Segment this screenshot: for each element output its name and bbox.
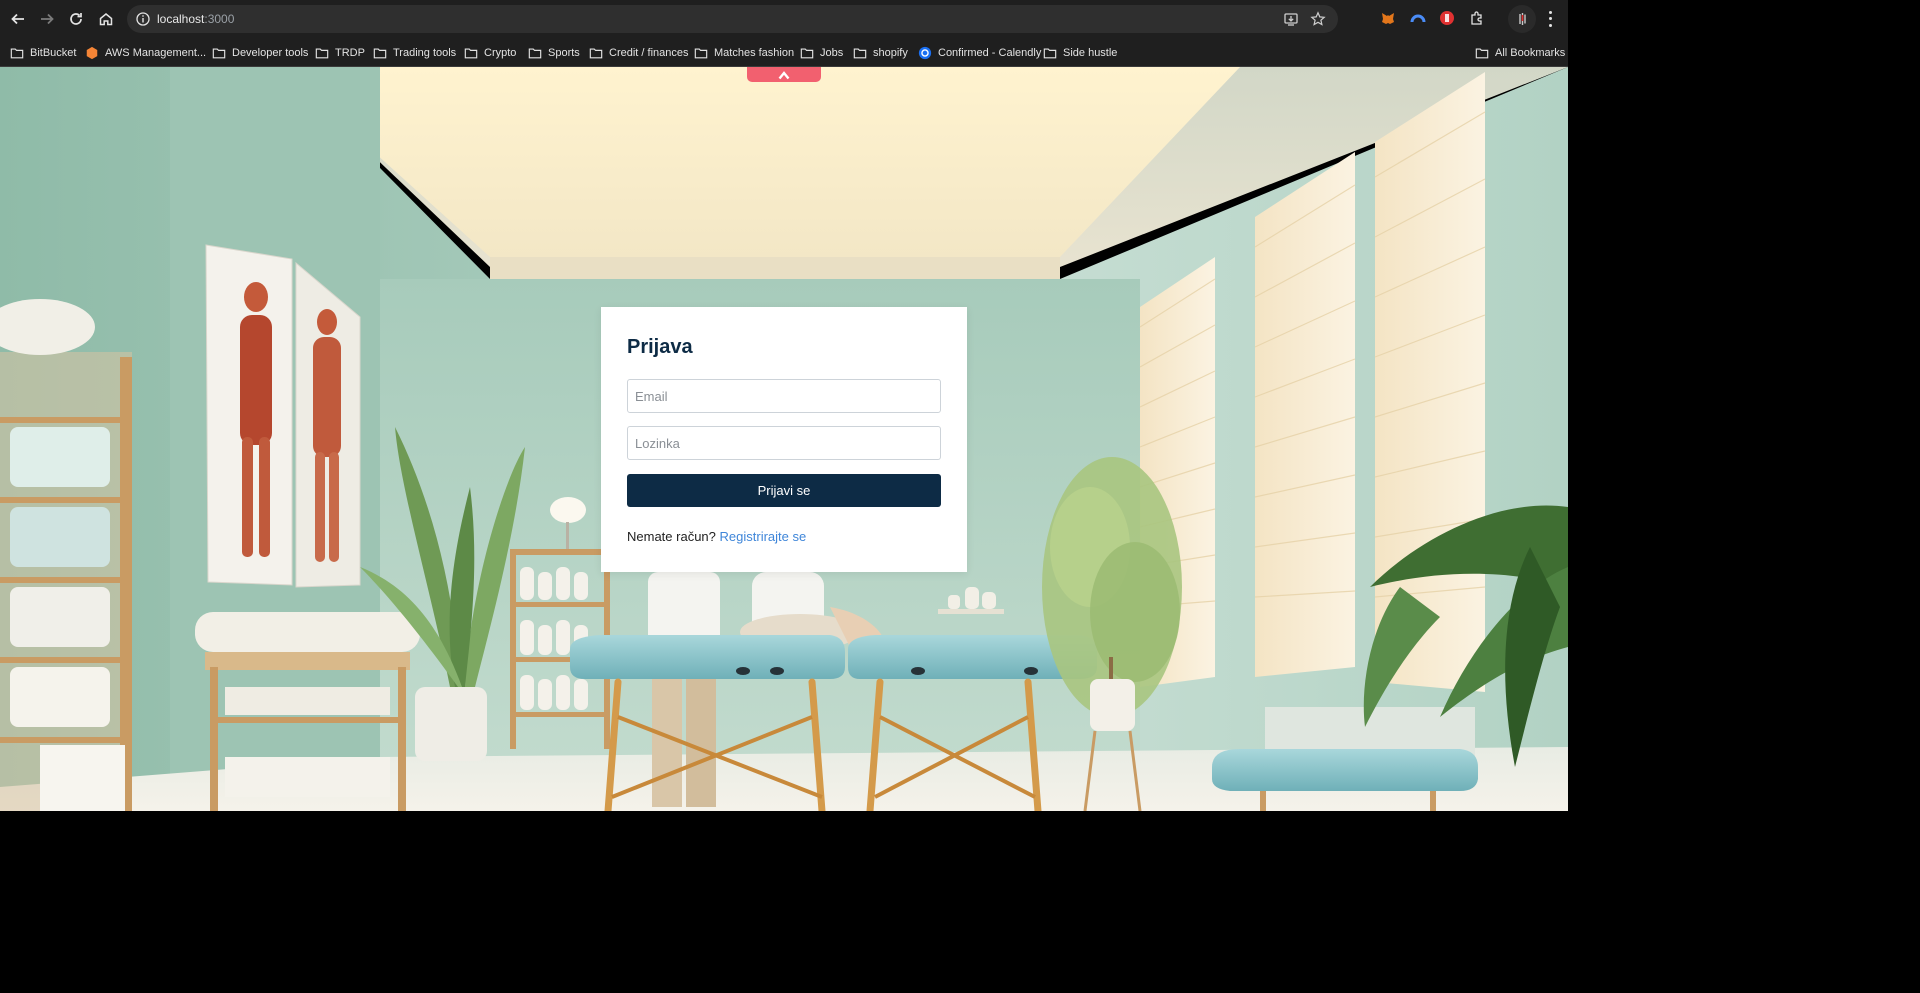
address-bar[interactable]: localhost:3000 <box>127 5 1338 33</box>
install-app-icon[interactable] <box>1283 11 1299 27</box>
folder-icon <box>464 48 478 59</box>
arrow-right-icon <box>41 13 54 25</box>
forward-button[interactable] <box>35 7 59 31</box>
email-field[interactable] <box>627 379 941 413</box>
bookmark-sports[interactable]: Sports <box>528 43 580 63</box>
login-card: Prijava Prijavi se Nemate račun? Registr… <box>601 307 967 572</box>
chevron-up-icon <box>778 70 790 79</box>
folder-icon <box>528 48 542 59</box>
bookmark-label: Crypto <box>484 47 517 59</box>
bookmark-star-icon[interactable] <box>1310 11 1326 27</box>
folder-icon <box>800 48 814 59</box>
browser-toolbar: localhost:3000 <box>0 0 1568 38</box>
bookmarks-bar: BitBucket AWS Management... Developer to… <box>0 38 1568 67</box>
back-button[interactable] <box>6 7 30 31</box>
no-account-text: Nemate račun? <box>627 529 716 544</box>
folder-icon <box>694 48 708 59</box>
folder-icon <box>212 48 226 59</box>
login-title: Prijava <box>627 336 693 358</box>
all-bookmarks-button[interactable]: All Bookmarks <box>1475 43 1565 63</box>
red-extension-icon[interactable] <box>1439 10 1455 26</box>
bookmark-label: shopify <box>873 47 908 59</box>
folder-icon <box>10 48 24 59</box>
url-host: localhost <box>157 12 205 26</box>
folder-icon <box>1475 48 1489 59</box>
url-text: localhost:3000 <box>157 12 234 26</box>
bookmark-label: TRDP <box>335 47 365 59</box>
bookmark-label: BitBucket <box>30 47 77 59</box>
folder-icon <box>1043 48 1057 59</box>
page-viewport: Prijava Prijavi se Nemate račun? Registr… <box>0 67 1568 811</box>
reload-icon <box>70 13 82 25</box>
bookmark-label: Matches fashion <box>714 47 795 59</box>
browser-menu-button[interactable] <box>1541 9 1559 29</box>
bookmark-jobs[interactable]: Jobs <box>800 43 843 63</box>
arc-extension-icon[interactable] <box>1410 10 1426 26</box>
url-port: :3000 <box>204 12 235 26</box>
bookmark-label: Credit / finances <box>609 47 689 59</box>
site-info-icon[interactable] <box>135 11 151 27</box>
bookmark-crypto[interactable]: Crypto <box>464 43 516 63</box>
login-submit-button[interactable]: Prijavi se <box>627 474 941 507</box>
bookmark-bitbucket[interactable]: BitBucket <box>10 43 76 63</box>
bookmark-trading-tools[interactable]: Trading tools <box>373 43 456 63</box>
bookmark-label: AWS Management... <box>105 47 207 59</box>
calendly-icon <box>918 46 932 60</box>
arrow-left-icon <box>11 13 24 25</box>
profile-icon <box>1519 13 1526 25</box>
bookmark-aws[interactable]: AWS Management... <box>85 43 206 63</box>
bookmark-trdp[interactable]: TRDP <box>315 43 365 63</box>
bookmark-developer-tools[interactable]: Developer tools <box>212 43 308 63</box>
register-link[interactable]: Registrirajte se <box>720 529 807 544</box>
home-button[interactable] <box>94 7 118 31</box>
bookmark-label: Jobs <box>820 47 844 59</box>
bookmark-label: Sports <box>548 47 580 59</box>
aws-icon <box>86 46 98 60</box>
bookmark-matches-fashion[interactable]: Matches fashion <box>694 43 794 63</box>
password-field[interactable] <box>627 426 941 460</box>
bookmark-label: Confirmed - Calendly <box>938 47 1042 59</box>
folder-icon <box>589 48 603 59</box>
folder-icon <box>853 48 867 59</box>
all-bookmarks-label: All Bookmarks <box>1495 47 1566 59</box>
folder-icon <box>315 48 329 59</box>
bookmark-shopify[interactable]: shopify <box>853 43 908 63</box>
bookmark-label: Side hustle <box>1063 47 1118 59</box>
bookmark-credit-finances[interactable]: Credit / finances <box>589 43 688 63</box>
collapse-tab-button[interactable] <box>747 67 821 82</box>
bookmark-side-hustle[interactable]: Side hustle <box>1043 43 1117 63</box>
puzzle-icon[interactable] <box>1469 10 1485 26</box>
signup-prompt: Nemate račun? Registrirajte se <box>627 529 806 544</box>
bookmark-label: Trading tools <box>393 47 457 59</box>
metamask-extension-icon[interactable] <box>1380 10 1396 26</box>
reload-button[interactable] <box>64 7 88 31</box>
home-icon <box>99 13 113 26</box>
bookmark-label: Developer tools <box>232 47 309 59</box>
folder-icon <box>373 48 387 59</box>
profile-avatar[interactable] <box>1508 5 1536 33</box>
bookmark-calendly[interactable]: Confirmed - Calendly <box>918 43 1041 63</box>
